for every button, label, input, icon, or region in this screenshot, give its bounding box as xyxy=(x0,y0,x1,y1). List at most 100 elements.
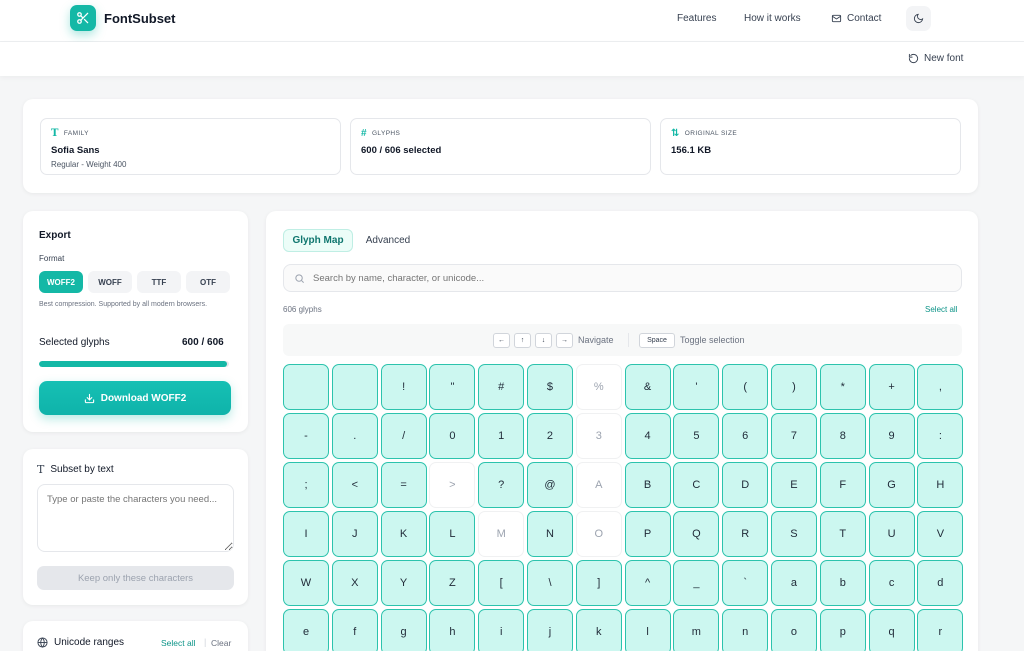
glyph-cell[interactable] xyxy=(283,364,329,410)
glyph-cell[interactable]: 2 xyxy=(526,413,573,459)
glyph-cell[interactable]: P xyxy=(624,511,671,557)
glyph-cell[interactable]: @ xyxy=(526,462,573,508)
glyph-cell[interactable]: ) xyxy=(770,364,817,410)
glyph-cell[interactable]: D xyxy=(722,462,769,508)
search-input[interactable] xyxy=(313,272,913,284)
glyph-cell[interactable]: 1 xyxy=(478,413,525,459)
download-button[interactable]: Download WOFF2 xyxy=(39,381,231,415)
glyph-cell[interactable]: c xyxy=(868,560,915,606)
glyph-cell[interactable]: K xyxy=(380,511,427,557)
glyph-cell[interactable]: e xyxy=(283,609,329,651)
glyph-cell[interactable]: Y xyxy=(380,560,427,606)
glyph-cell[interactable]: < xyxy=(331,462,378,508)
glyph-cell[interactable]: U xyxy=(868,511,915,557)
tab-glyph-map[interactable]: Glyph Map xyxy=(283,229,353,252)
glyph-cell[interactable]: p xyxy=(819,609,866,651)
glyph-cell[interactable]: q xyxy=(868,609,915,651)
glyph-cell[interactable]: ] xyxy=(575,560,622,606)
nav-contact[interactable]: Contact xyxy=(831,13,881,24)
unicode-clear[interactable]: Clear xyxy=(211,638,231,648)
subset-text-input[interactable] xyxy=(37,484,234,552)
glyph-cell[interactable]: 7 xyxy=(770,413,817,459)
glyph-cell[interactable] xyxy=(331,364,378,410)
glyph-cell[interactable]: k xyxy=(575,609,622,651)
glyph-cell[interactable]: C xyxy=(673,462,720,508)
glyph-cell[interactable]: n xyxy=(722,609,769,651)
glyph-cell[interactable]: R xyxy=(722,511,769,557)
glyph-cell[interactable]: Z xyxy=(429,560,476,606)
glyph-cell[interactable]: ; xyxy=(283,462,329,508)
glyph-cell[interactable]: = xyxy=(380,462,427,508)
glyph-cell[interactable]: 6 xyxy=(722,413,769,459)
glyph-cell[interactable]: S xyxy=(770,511,817,557)
glyph-cell[interactable]: / xyxy=(380,413,427,459)
glyph-cell[interactable]: [ xyxy=(478,560,525,606)
glyph-cell[interactable]: 3 xyxy=(575,413,622,459)
glyph-cell[interactable]: f xyxy=(331,609,378,651)
unicode-select-all[interactable]: Select all xyxy=(161,638,196,648)
glyph-cell[interactable]: _ xyxy=(673,560,720,606)
glyph-cell[interactable]: L xyxy=(429,511,476,557)
glyph-cell[interactable]: 9 xyxy=(868,413,915,459)
glyph-cell[interactable]: ( xyxy=(722,364,769,410)
glyph-cell[interactable]: M xyxy=(478,511,525,557)
glyph-cell[interactable]: 4 xyxy=(624,413,671,459)
glyph-cell[interactable]: A xyxy=(575,462,622,508)
glyph-cell[interactable]: , xyxy=(917,364,964,410)
glyph-cell[interactable]: a xyxy=(770,560,817,606)
glyph-cell[interactable]: O xyxy=(575,511,622,557)
nav-how-it-works[interactable]: How it works xyxy=(744,13,801,24)
format-otf-button[interactable]: OTF xyxy=(186,271,230,293)
glyph-cell[interactable]: J xyxy=(331,511,378,557)
glyph-cell[interactable]: b xyxy=(819,560,866,606)
glyph-cell[interactable]: V xyxy=(917,511,964,557)
glyph-cell[interactable]: # xyxy=(478,364,525,410)
glyph-cell[interactable]: G xyxy=(868,462,915,508)
glyph-cell[interactable]: ' xyxy=(673,364,720,410)
glyph-cell[interactable]: > xyxy=(429,462,476,508)
glyph-cell[interactable]: ` xyxy=(722,560,769,606)
new-font-button[interactable]: New font xyxy=(908,53,963,64)
glyph-cell[interactable]: l xyxy=(624,609,671,651)
glyph-cell[interactable]: F xyxy=(819,462,866,508)
glyph-cell[interactable]: ^ xyxy=(624,560,671,606)
format-woff-button[interactable]: WOFF xyxy=(88,271,132,293)
glyph-cell[interactable]: % xyxy=(575,364,622,410)
glyph-cell[interactable]: 8 xyxy=(819,413,866,459)
glyph-cell[interactable]: r xyxy=(917,609,964,651)
glyph-cell[interactable]: I xyxy=(283,511,329,557)
glyph-cell[interactable]: E xyxy=(770,462,817,508)
glyph-cell[interactable]: 5 xyxy=(673,413,720,459)
glyph-cell[interactable]: i xyxy=(478,609,525,651)
glyph-cell[interactable]: H xyxy=(917,462,964,508)
glyph-cell[interactable]: j xyxy=(526,609,573,651)
glyph-cell[interactable]: N xyxy=(526,511,573,557)
glyph-cell[interactable]: d xyxy=(917,560,964,606)
logo-scissors-icon[interactable] xyxy=(70,5,96,31)
glyph-cell[interactable]: + xyxy=(868,364,915,410)
glyph-select-all[interactable]: Select all xyxy=(925,305,957,314)
glyph-cell[interactable]: h xyxy=(429,609,476,651)
brand-name[interactable]: FontSubset xyxy=(104,11,176,26)
glyph-cell[interactable]: Q xyxy=(673,511,720,557)
glyph-cell[interactable]: & xyxy=(624,364,671,410)
keep-characters-button[interactable]: Keep only these characters xyxy=(37,566,234,590)
glyph-cell[interactable]: * xyxy=(819,364,866,410)
format-ttf-button[interactable]: TTF xyxy=(137,271,181,293)
glyph-cell[interactable]: X xyxy=(331,560,378,606)
glyph-cell[interactable]: \ xyxy=(526,560,573,606)
glyph-cell[interactable]: g xyxy=(380,609,427,651)
tab-advanced[interactable]: Advanced xyxy=(358,229,418,252)
glyph-cell[interactable]: : xyxy=(917,413,964,459)
glyph-cell[interactable]: ! xyxy=(380,364,427,410)
glyph-cell[interactable]: 0 xyxy=(429,413,476,459)
glyph-cell[interactable]: o xyxy=(770,609,817,651)
glyph-cell[interactable]: ? xyxy=(478,462,525,508)
nav-features[interactable]: Features xyxy=(677,13,716,24)
glyph-cell[interactable]: m xyxy=(673,609,720,651)
glyph-cell[interactable]: T xyxy=(819,511,866,557)
glyph-cell[interactable]: " xyxy=(429,364,476,410)
glyph-cell[interactable]: . xyxy=(331,413,378,459)
glyph-cell[interactable]: $ xyxy=(526,364,573,410)
format-woff2-button[interactable]: WOFF2 xyxy=(39,271,83,293)
